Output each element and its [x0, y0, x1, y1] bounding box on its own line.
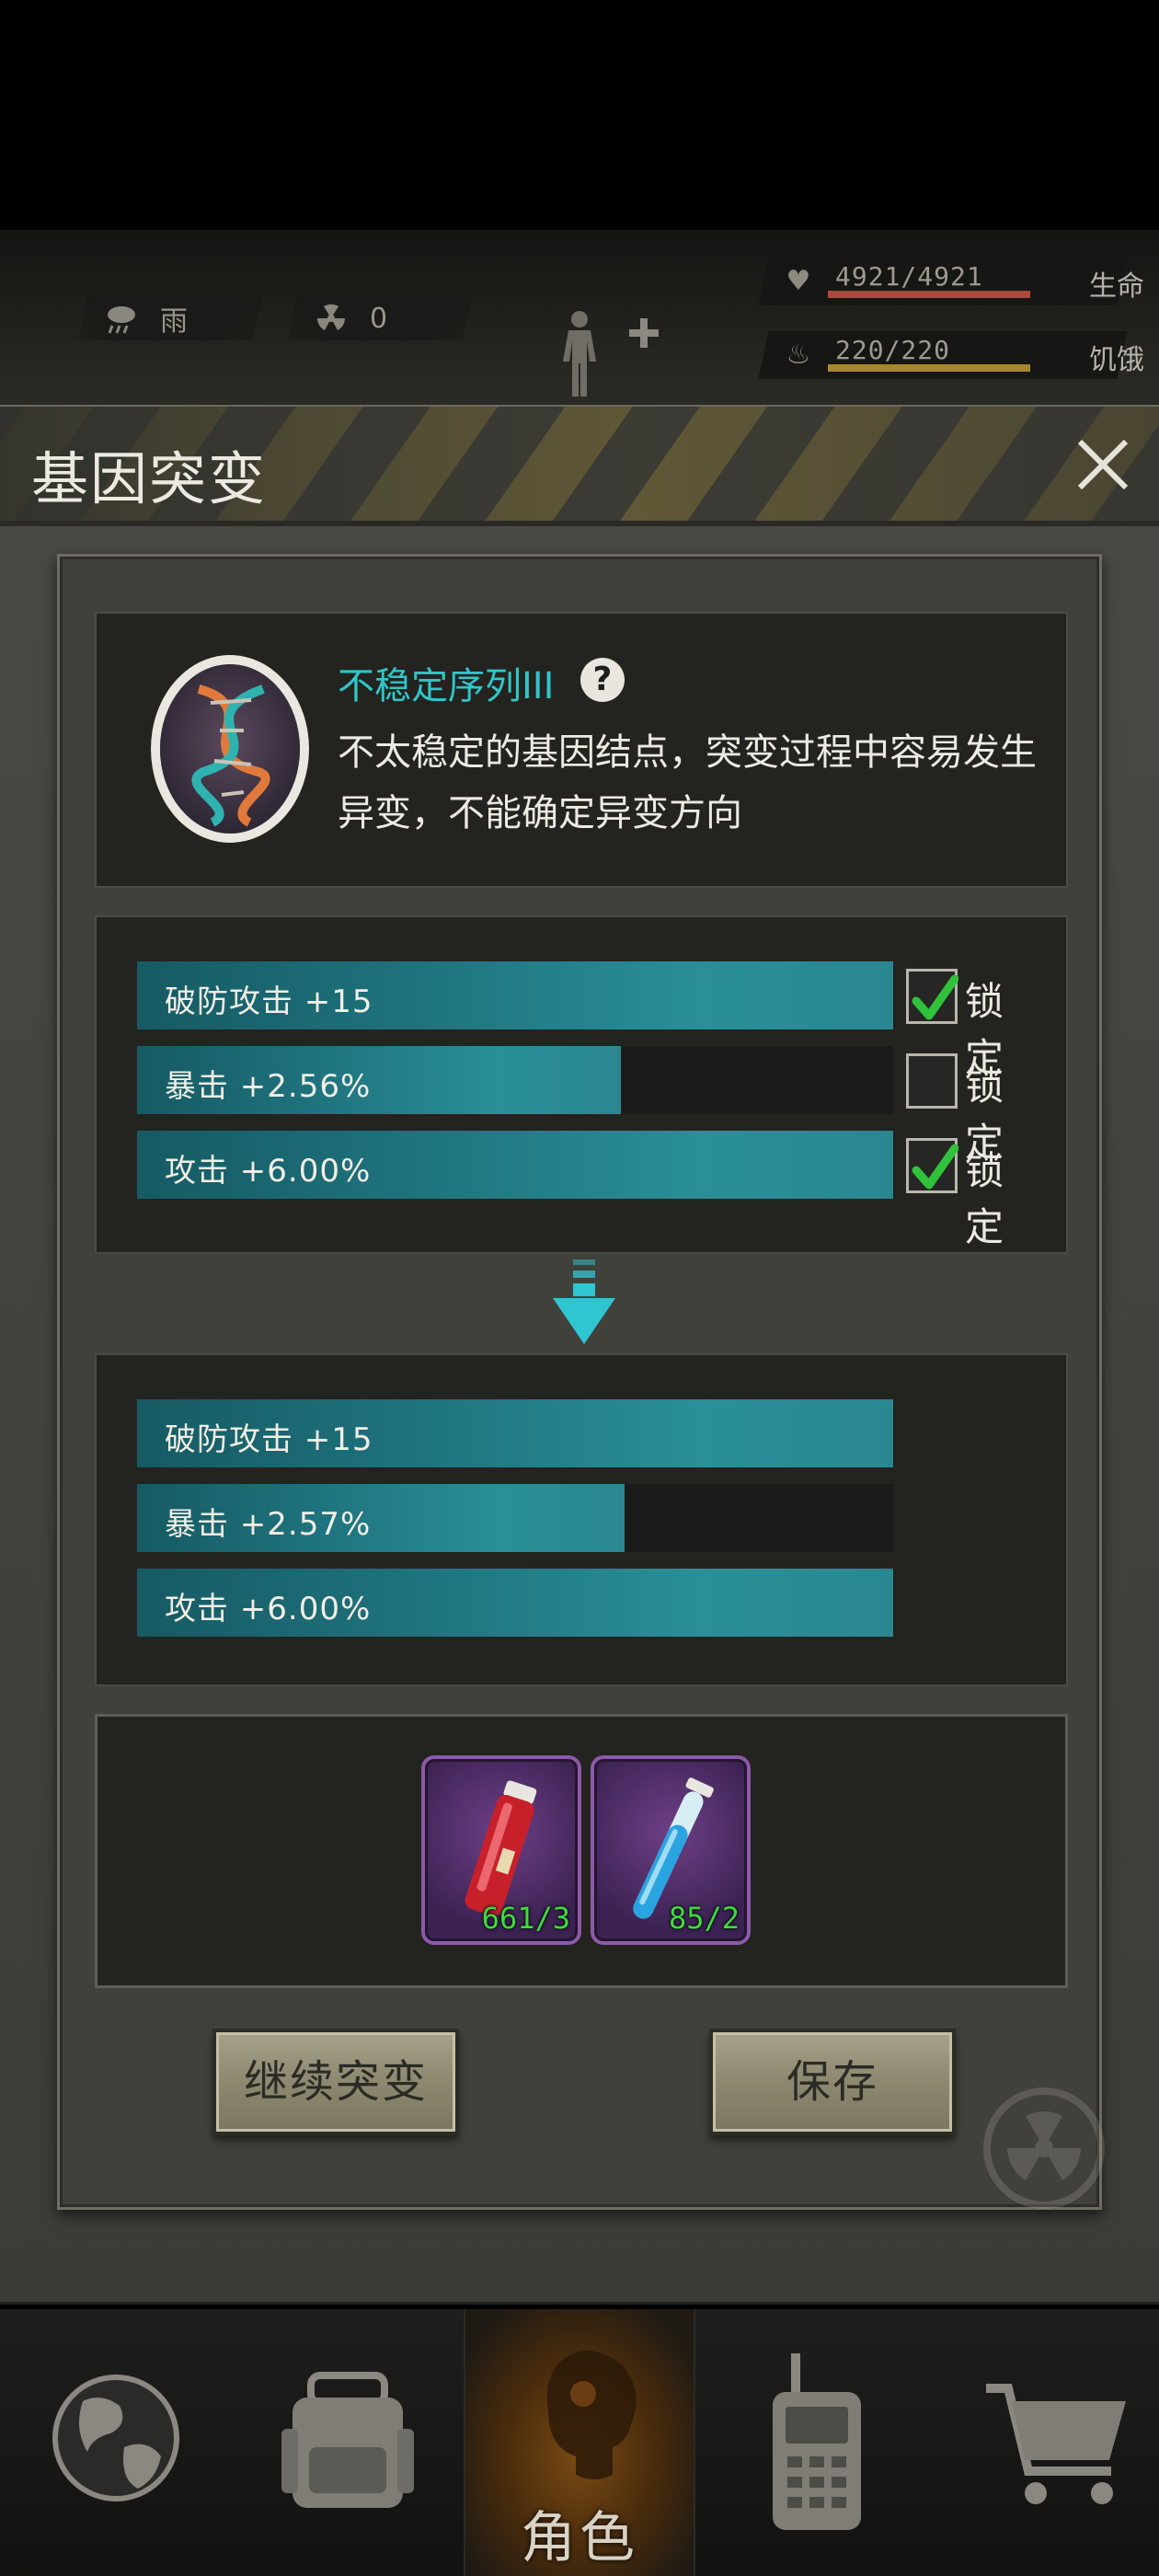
top-blank-area: [0, 0, 1159, 230]
new-attributes: 破防攻击 +15 暴击 +2.57% 攻击 +6.00%: [95, 1353, 1068, 1686]
hunger-value: 220/220: [835, 335, 951, 365]
attribute-text: 破防攻击 +15: [165, 983, 373, 1020]
body-status-icon[interactable]: [559, 308, 614, 400]
dialog-title: 基因突变: [31, 445, 268, 512]
current-attributes: 破防攻击 +15 锁定 暴击 +2.56% 锁定 攻击 +6.00% 锁定: [95, 915, 1068, 1254]
lock-label: 锁定: [965, 1148, 1004, 1249]
attribute-row: 攻击 +6.00%: [137, 1131, 893, 1199]
health-label: 生命: [1089, 270, 1144, 303]
radiation-watermark-icon: [983, 2087, 1105, 2209]
attribute-row: 暴击 +2.57%: [137, 1484, 893, 1552]
stomach-icon: ♨: [786, 339, 811, 371]
attribute-text: 暴击 +2.57%: [165, 1506, 372, 1543]
lock-toggle[interactable]: 锁定: [906, 963, 1026, 1080]
save-button[interactable]: 保存: [709, 2029, 956, 2135]
material-slot[interactable]: 661/3: [421, 1755, 581, 1945]
material-slot[interactable]: 85/2: [591, 1755, 751, 1945]
lock-checkbox[interactable]: [906, 1053, 958, 1109]
material-count: 661/3: [481, 1901, 570, 1936]
mutation-materials: 661/3 85/2: [95, 1714, 1068, 1988]
lock-checkbox[interactable]: [906, 1138, 958, 1193]
hunger-stat: ♨ 220/220 饥饿: [758, 331, 1144, 379]
check-icon: [912, 974, 958, 1020]
mutation-panel: 不稳定序列III ? 不太稳定的基因结点，突变过程中容易发生异变，不能确定异变方…: [57, 554, 1105, 2210]
dialog-header: 基因突变: [0, 407, 1159, 526]
attribute-text: 攻击 +6.00%: [165, 1153, 372, 1190]
gene-info-card: 不稳定序列III ? 不太稳定的基因结点，突变过程中容易发生异变，不能确定异变方…: [95, 612, 1068, 888]
attribute-text: 暴击 +2.56%: [165, 1068, 372, 1105]
attribute-row: 破防攻击 +15: [137, 961, 893, 1029]
heart-icon: ♥: [786, 265, 811, 297]
shopping-cart-icon: [986, 2384, 1126, 2504]
material-count: 85/2: [668, 1901, 740, 1936]
nav-inventory[interactable]: [232, 2309, 464, 2576]
gene-name: 不稳定序列III: [338, 665, 555, 707]
attribute-row: 破防攻击 +15: [137, 1399, 893, 1467]
close-icon[interactable]: [1073, 434, 1133, 495]
gene-mutation-dialog: 基因突变 不稳定序列III ? 不太稳定的基因结点，突变过程中容易发生异变，不能…: [0, 405, 1159, 2305]
health-stat: ♥ 4921/4921 生命: [758, 258, 1144, 305]
nav-map[interactable]: [0, 2309, 232, 2576]
nav-character-label: 角色: [521, 2506, 638, 2570]
gene-description: 不太稳定的基因结点，突变过程中容易发生异变，不能确定异变方向: [338, 731, 1037, 834]
dna-icon: [151, 655, 309, 843]
attribute-text: 破防攻击 +15: [165, 1421, 373, 1458]
attribute-row: 暴击 +2.56%: [137, 1046, 893, 1114]
hunger-label: 饥饿: [1089, 344, 1144, 376]
radiation-indicator: 0: [287, 296, 473, 340]
rain-cloud-icon: [108, 306, 135, 334]
radiation-value: 0: [370, 302, 388, 335]
help-icon[interactable]: ?: [580, 658, 625, 702]
weather-indicator: 雨: [77, 296, 263, 340]
walkie-talkie-icon: [773, 2353, 861, 2530]
attribute-row: 攻击 +6.00%: [137, 1569, 893, 1637]
health-value: 4921/4921: [835, 261, 983, 292]
nav-character[interactable]: 角色: [464, 2309, 695, 2576]
arrow-down-icon: [553, 1259, 615, 1344]
check-icon: [912, 1144, 958, 1190]
attribute-text: 攻击 +6.00%: [165, 1591, 372, 1627]
backpack-icon: [281, 2372, 414, 2508]
radiation-icon: [317, 304, 345, 330]
lock-toggle[interactable]: 锁定: [906, 1048, 1026, 1165]
add-status-icon[interactable]: [625, 315, 662, 351]
bottom-navigation: 角色: [0, 2309, 1159, 2576]
lock-checkbox[interactable]: [906, 969, 958, 1024]
nav-shop[interactable]: [927, 2309, 1159, 2576]
nav-radio[interactable]: [695, 2309, 927, 2576]
globe-icon: [52, 2375, 179, 2501]
continue-mutation-button[interactable]: 继续突变: [212, 2029, 459, 2135]
weather-text: 雨: [160, 305, 188, 338]
lock-toggle[interactable]: 锁定: [906, 1133, 1026, 1249]
status-bar: 雨 0 ♥ 4921/4921 生命 ♨ 220/220 饥饿: [0, 230, 1159, 405]
